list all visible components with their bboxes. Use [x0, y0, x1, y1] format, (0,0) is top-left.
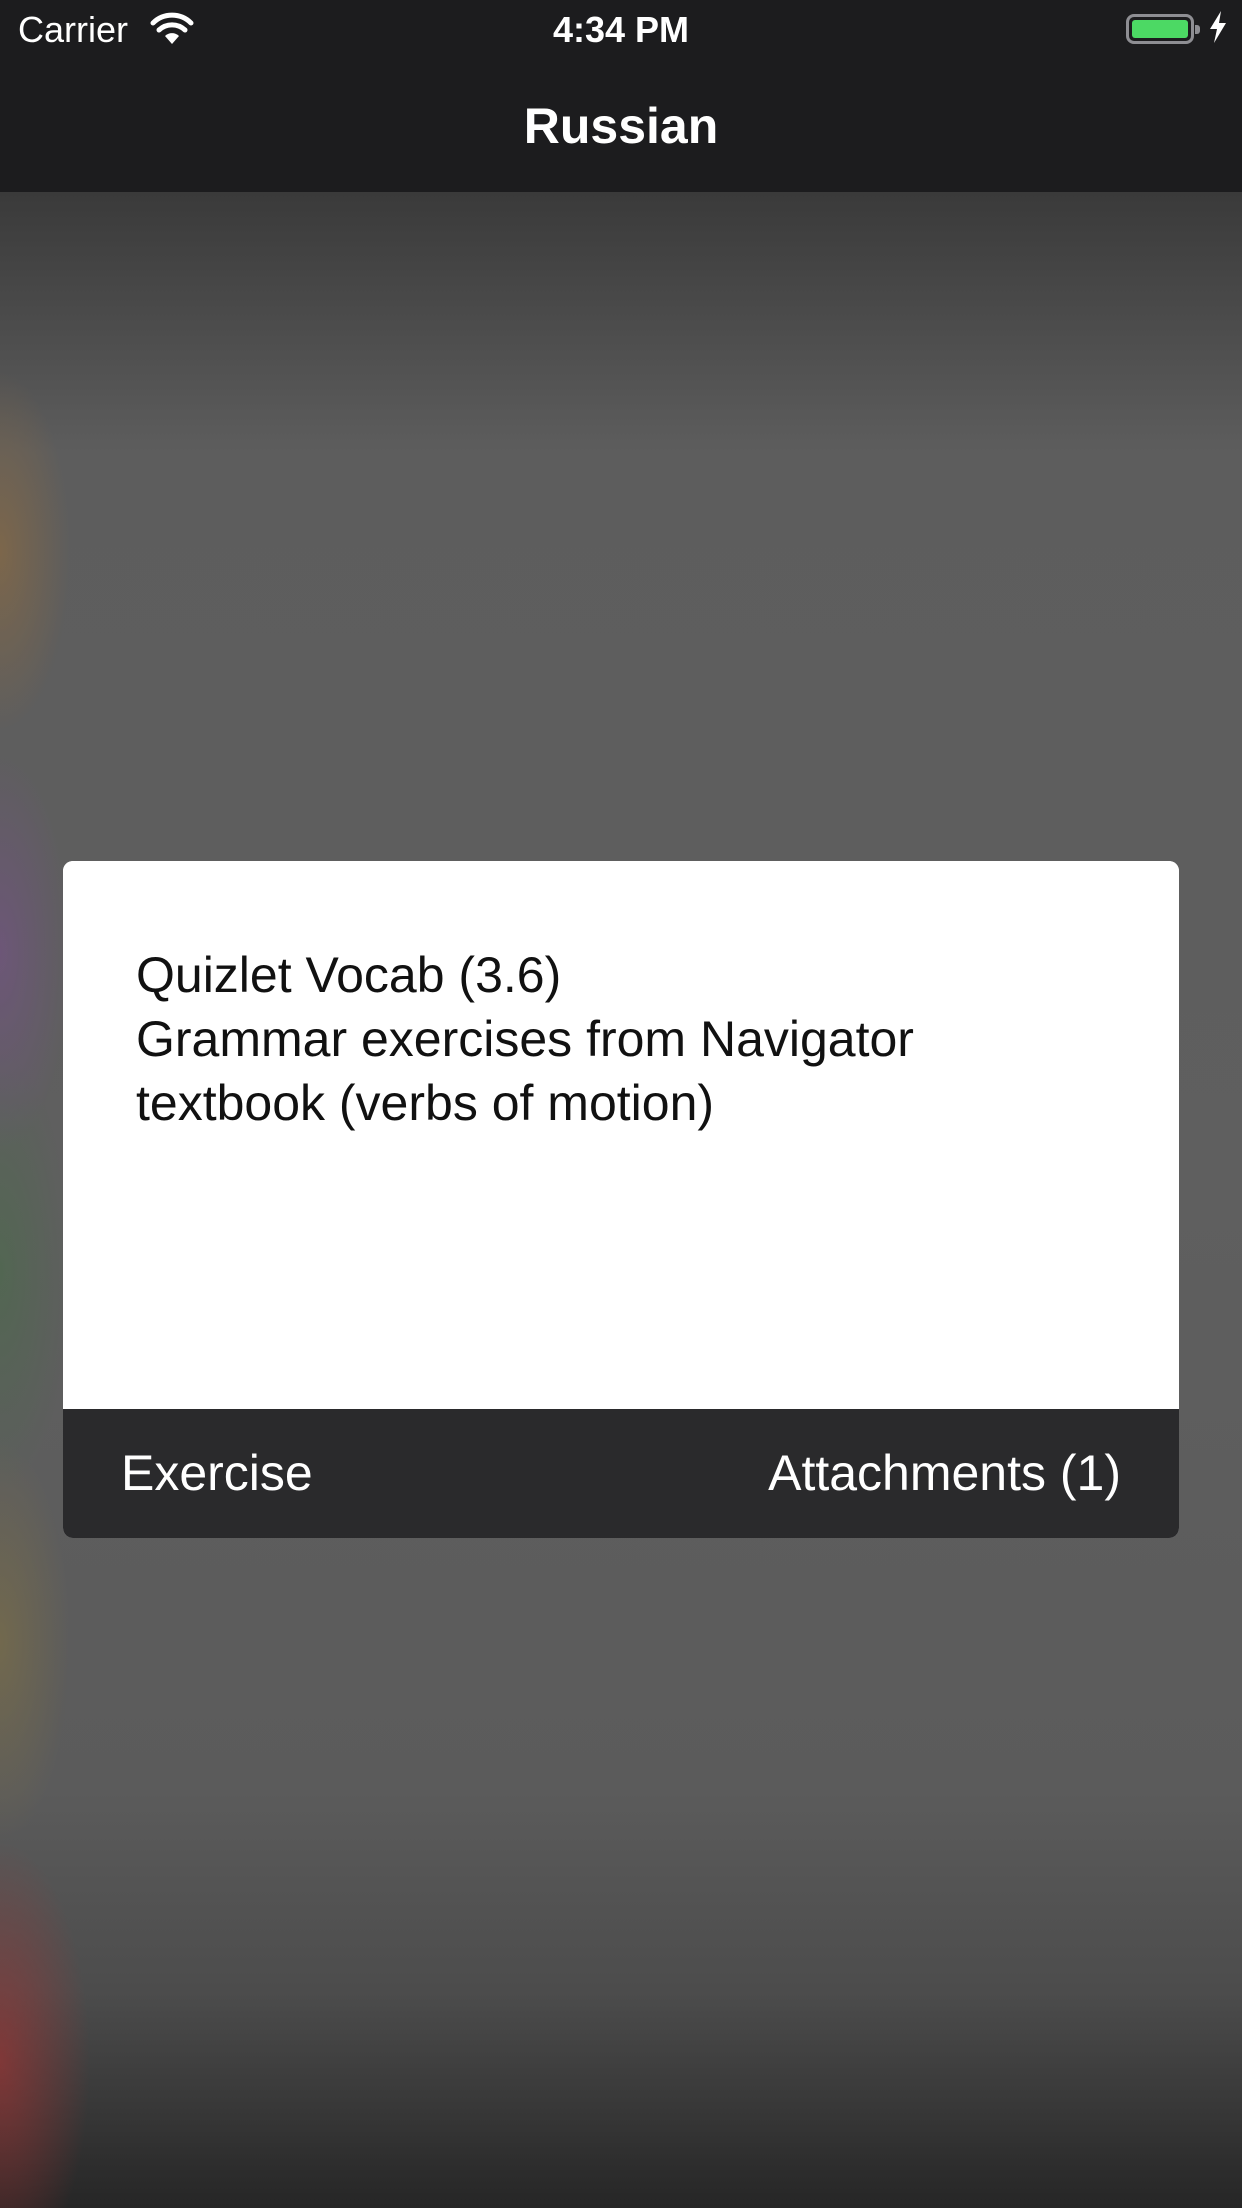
- attachments-button[interactable]: Attachments (1): [768, 1409, 1121, 1538]
- battery-nub: [1195, 25, 1200, 34]
- description-line: Quizlet Vocab (3.6): [136, 947, 562, 1003]
- exercise-button[interactable]: Exercise: [121, 1409, 313, 1538]
- description-line: textbook (verbs of motion): [136, 1075, 715, 1131]
- description-line: Grammar exercises from Navigator: [136, 1011, 914, 1067]
- battery-icon: [1126, 14, 1200, 44]
- status-bar: Carrier 4:34 PM: [0, 0, 1242, 60]
- charging-bolt-icon: [1208, 10, 1228, 49]
- card-body: Quizlet Vocab (3.6) Grammar exercises fr…: [63, 861, 1179, 1409]
- navigation-bar: Russian: [0, 60, 1242, 192]
- screen: Carrier 4:34 PM Russian Quizlet Vocab (3…: [0, 0, 1242, 2208]
- clock: 4:34 PM: [552, 9, 690, 50]
- battery-level-fill: [1132, 20, 1188, 38]
- assignment-card: Quizlet Vocab (3.6) Grammar exercises fr…: [63, 861, 1179, 1538]
- card-footer: Exercise Attachments (1): [63, 1409, 1179, 1538]
- page-title: Russian: [523, 98, 719, 154]
- assignment-description: Quizlet Vocab (3.6) Grammar exercises fr…: [136, 943, 1116, 1135]
